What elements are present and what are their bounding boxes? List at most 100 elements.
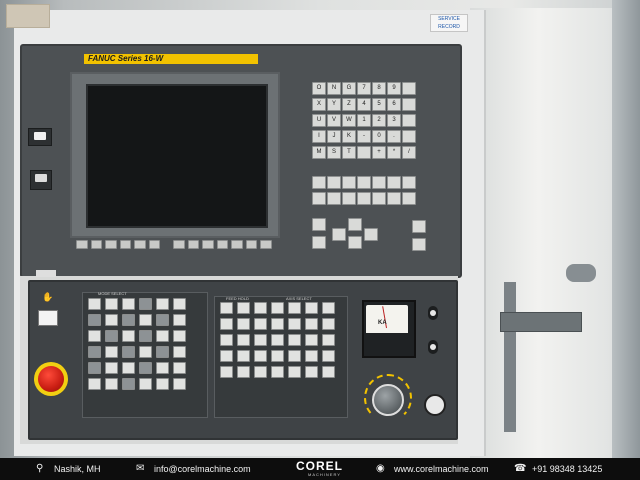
axis-button[interactable] [271,350,284,362]
softkey[interactable] [187,240,200,249]
cursor-left-key[interactable] [332,228,346,241]
axis-button[interactable] [254,318,267,330]
mode-button[interactable] [88,346,101,358]
softkey[interactable] [260,240,272,249]
mode-button[interactable] [105,362,118,374]
key[interactable]: 8 [372,82,386,95]
key[interactable] [402,98,416,111]
reset-key[interactable] [412,220,426,233]
toggle-switch[interactable] [428,306,438,320]
softkey[interactable] [119,240,132,249]
axis-button[interactable] [288,318,301,330]
key[interactable]: . [387,130,401,143]
mode-button[interactable] [105,330,118,342]
function-key[interactable] [327,192,341,205]
key[interactable]: - [357,130,371,143]
function-key[interactable] [312,176,326,189]
mode-button[interactable] [139,330,152,342]
mode-button[interactable] [122,346,135,358]
program-protect-keyswitch[interactable] [424,394,446,416]
function-key[interactable] [357,192,371,205]
axis-button[interactable] [271,318,284,330]
axis-button[interactable] [322,350,335,362]
key[interactable]: 2 [372,114,386,127]
key[interactable]: 0 [372,130,386,143]
axis-button[interactable] [220,318,233,330]
feed-override-dial[interactable] [372,384,404,416]
mode-button[interactable] [139,362,152,374]
axis-button[interactable] [220,366,233,378]
key[interactable]: 3 [387,114,401,127]
power-off-button[interactable] [30,170,52,190]
mode-button[interactable] [88,298,101,310]
softkey[interactable] [245,240,258,249]
key[interactable]: Y [327,98,341,111]
function-key[interactable] [387,192,401,205]
axis-button[interactable] [288,302,301,314]
mode-button[interactable] [139,298,152,310]
axis-button[interactable] [271,302,284,314]
key[interactable]: S [327,146,341,159]
mode-button[interactable] [122,362,135,374]
axis-button[interactable] [305,366,318,378]
mode-button[interactable] [105,378,118,390]
key[interactable] [402,130,416,143]
key[interactable]: T [342,146,356,159]
emergency-stop-button[interactable] [38,366,64,392]
softkey[interactable] [134,240,146,249]
key[interactable]: + [372,146,386,159]
key[interactable]: 5 [372,98,386,111]
key[interactable]: M [312,146,326,159]
key[interactable]: W [342,114,356,127]
axis-button[interactable] [322,366,335,378]
axis-button[interactable] [288,350,301,362]
mode-button[interactable] [122,330,135,342]
axis-button[interactable] [271,366,284,378]
key[interactable]: U [312,114,326,127]
axis-button[interactable] [305,334,318,346]
axis-button[interactable] [237,366,250,378]
key[interactable] [357,146,371,159]
axis-button[interactable] [322,334,335,346]
function-key[interactable] [357,176,371,189]
function-key[interactable] [387,176,401,189]
axis-button[interactable] [237,334,250,346]
function-key[interactable] [402,192,416,205]
cursor-right-key[interactable] [364,228,378,241]
softkey[interactable] [90,240,103,249]
key[interactable]: 1 [357,114,371,127]
axis-button[interactable] [254,334,267,346]
mode-button[interactable] [173,330,186,342]
function-key[interactable] [327,176,341,189]
mode-button[interactable] [173,378,186,390]
key[interactable] [402,82,416,95]
mode-button[interactable] [88,378,101,390]
axis-button[interactable] [305,350,318,362]
softkey[interactable] [231,240,243,249]
mode-button[interactable] [156,314,169,326]
mode-button[interactable] [122,298,135,310]
axis-button[interactable] [322,318,335,330]
mode-button[interactable] [173,298,186,310]
axis-button[interactable] [220,350,233,362]
mode-button[interactable] [156,346,169,358]
key[interactable]: K [342,130,356,143]
mode-button[interactable] [173,362,186,374]
softkey[interactable] [202,240,214,249]
key[interactable]: V [327,114,341,127]
key[interactable]: X [312,98,326,111]
softkey[interactable] [76,240,88,249]
key[interactable]: 7 [357,82,371,95]
footer-phone[interactable]: +91 98348 13425 [532,458,602,480]
toggle-switch[interactable] [428,340,438,354]
key[interactable]: 6 [387,98,401,111]
page-key[interactable] [312,236,326,249]
softkey[interactable] [148,240,161,249]
axis-button[interactable] [288,334,301,346]
mode-button[interactable] [122,314,135,326]
footer-website[interactable]: www.corelmachine.com [394,458,489,480]
axis-button[interactable] [322,302,335,314]
function-key[interactable] [342,192,356,205]
cursor-down-key[interactable] [348,236,362,249]
axis-button[interactable] [305,318,318,330]
